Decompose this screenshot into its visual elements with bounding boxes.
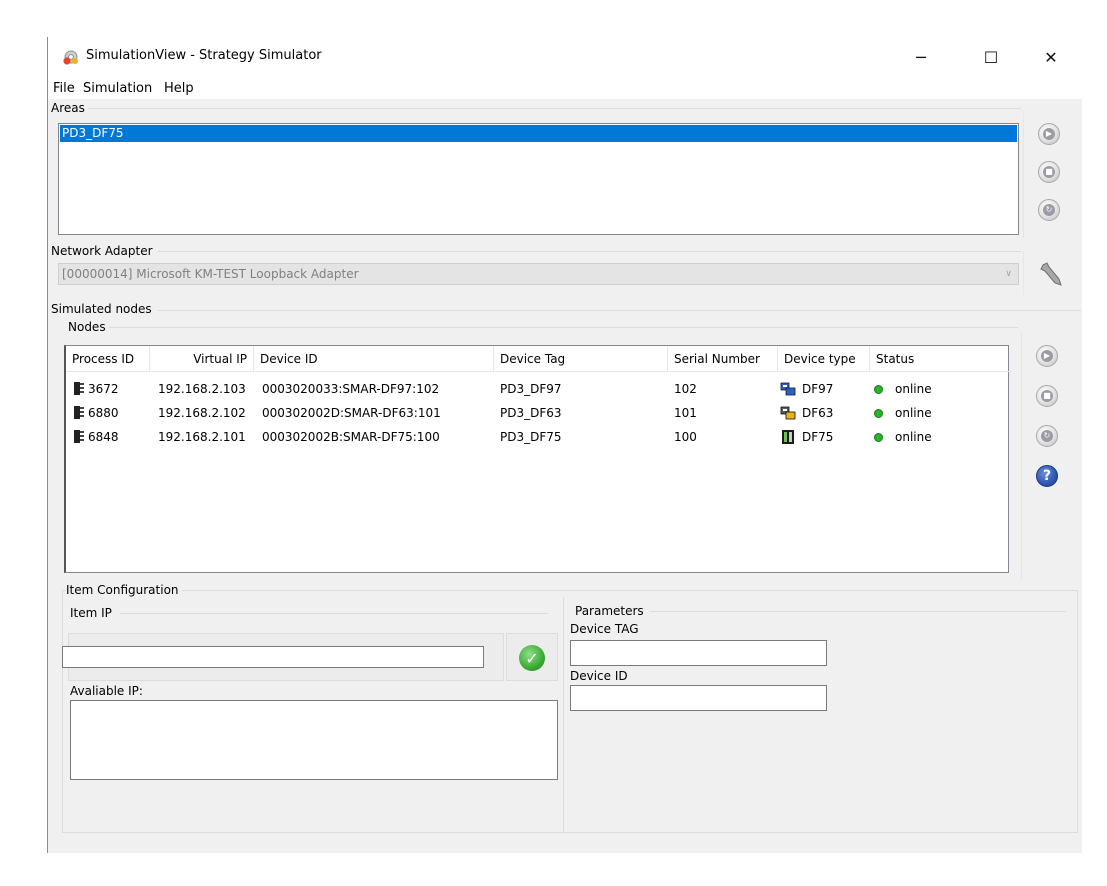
device-id-label: Device ID: [570, 669, 628, 683]
simulated-nodes-divider: [158, 310, 1081, 311]
table-row[interactable]: 6848 192.168.2.101 000302002B:SMAR-DF75:…: [66, 425, 1009, 449]
serial-number-cell: 102: [674, 382, 697, 396]
menu-bar: File Simulation Help: [48, 77, 1083, 99]
device-id-input[interactable]: [570, 685, 827, 711]
areas-divider: [88, 108, 1021, 109]
config-separator: [563, 597, 564, 833]
online-status-icon: [874, 433, 883, 442]
areas-restart-button[interactable]: ↻: [1038, 199, 1060, 221]
apply-ip-button[interactable]: ✓: [506, 633, 558, 681]
areas-toolbar: ▶ ■ ↻: [1023, 113, 1081, 238]
process-id-cell: 6880: [74, 401, 119, 425]
stop-icon: ■: [1043, 166, 1055, 178]
nodes-restart-button[interactable]: ↻: [1036, 425, 1058, 447]
network-adapter-label: Network Adapter: [51, 244, 156, 258]
item-ip-label: Item IP: [70, 606, 115, 620]
nodes-stop-button[interactable]: ■: [1036, 385, 1058, 407]
virtual-ip-cell: 192.168.2.101: [158, 430, 246, 444]
device-tag-cell: PD3_DF97: [500, 382, 562, 396]
col-device-tag[interactable]: Device Tag: [494, 346, 668, 372]
status-cell: online: [874, 401, 932, 425]
process-id-cell: 6848: [74, 425, 119, 449]
maximize-button[interactable]: ☐: [968, 37, 1014, 77]
item-ip-divider: [120, 613, 548, 614]
col-serial-number[interactable]: Serial Number: [668, 346, 778, 372]
play-icon: ▶: [1043, 128, 1055, 140]
online-status-icon: [874, 385, 883, 394]
title-bar: SimulationView - Strategy Simulator ─ ☐ …: [48, 37, 1083, 77]
nodes-divider: [98, 327, 1018, 328]
available-ip-label: Avaliable IP:: [70, 684, 143, 698]
menu-help[interactable]: Help: [164, 81, 194, 96]
df63-icon: [780, 406, 796, 420]
col-process-id[interactable]: Process ID: [66, 346, 150, 372]
item-configuration-label: Item Configuration: [66, 583, 182, 597]
device-tag-input[interactable]: [570, 640, 827, 666]
table-row[interactable]: 3672 192.168.2.103 0003020033:SMAR-DF97:…: [66, 377, 1009, 401]
network-adapter-value: [00000014] Microsoft KM-TEST Loopback Ad…: [62, 267, 359, 281]
device-id-cell: 000302002D:SMAR-DF63:101: [262, 406, 441, 420]
col-status[interactable]: Status: [870, 346, 1009, 372]
nodes-table-header: Process ID Virtual IP Device ID Device T…: [66, 346, 1009, 372]
item-ip-input[interactable]: [62, 646, 484, 668]
areas-list[interactable]: PD3_DF75: [58, 123, 1019, 235]
network-adapter-select[interactable]: [00000014] Microsoft KM-TEST Loopback Ad…: [58, 263, 1019, 285]
restart-icon: ↻: [1041, 430, 1053, 442]
col-device-id[interactable]: Device ID: [254, 346, 494, 372]
nodes-toolbar: ▶ ■ ↻ ?: [1021, 332, 1081, 580]
device-type-cell: DF63: [780, 401, 833, 425]
status-cell: online: [874, 425, 932, 449]
areas-play-button[interactable]: ▶: [1038, 123, 1060, 145]
process-rack-icon: [74, 406, 84, 419]
col-device-type[interactable]: Device type: [778, 346, 870, 372]
menu-file[interactable]: File: [53, 81, 75, 96]
device-id-cell: 0003020033:SMAR-DF97:102: [262, 382, 440, 396]
device-id-cell: 000302002B:SMAR-DF75:100: [262, 430, 440, 444]
areas-stop-button[interactable]: ■: [1038, 161, 1060, 183]
nodes-play-button[interactable]: ▶: [1036, 345, 1058, 367]
adapter-toolbar: [1023, 251, 1081, 295]
status-cell: online: [874, 377, 932, 401]
help-button[interactable]: ?: [1036, 465, 1058, 487]
col-virtual-ip[interactable]: Virtual IP: [150, 346, 254, 372]
parameters-divider: [650, 611, 1066, 612]
table-row[interactable]: 6880 192.168.2.102 000302002D:SMAR-DF63:…: [66, 401, 1009, 425]
window-title: SimulationView - Strategy Simulator: [86, 48, 322, 63]
help-icon: ?: [1042, 468, 1052, 484]
online-status-icon: [874, 409, 883, 418]
nodes-label: Nodes: [68, 320, 109, 334]
process-rack-icon: [74, 430, 84, 443]
checkmark-icon: ✓: [519, 645, 545, 671]
df75-icon: [782, 430, 794, 444]
serial-number-cell: 100: [674, 430, 697, 444]
device-tag-label: Device TAG: [570, 622, 639, 636]
close-button[interactable]: ✕: [1028, 37, 1074, 77]
adapter-divider: [158, 251, 1021, 252]
app-gear-icon: [63, 50, 78, 65]
chevron-down-icon: ∨: [1005, 269, 1012, 279]
device-type-cell: DF97: [780, 377, 833, 401]
areas-list-item[interactable]: PD3_DF75: [60, 125, 1017, 142]
available-ip-list[interactable]: [70, 700, 558, 780]
process-id-cell: 3672: [74, 377, 119, 401]
restart-icon: ↻: [1043, 204, 1055, 216]
menu-simulation[interactable]: Simulation: [83, 81, 152, 96]
minimize-button[interactable]: ─: [898, 37, 944, 77]
wrench-icon[interactable]: [1039, 261, 1065, 287]
stop-icon: ■: [1041, 390, 1053, 402]
df97-icon: [780, 382, 796, 396]
play-icon: ▶: [1041, 350, 1053, 362]
simulated-nodes-label: Simulated nodes: [51, 302, 155, 316]
virtual-ip-cell: 192.168.2.102: [158, 406, 246, 420]
serial-number-cell: 101: [674, 406, 697, 420]
device-tag-cell: PD3_DF75: [500, 430, 562, 444]
parameters-label: Parameters: [575, 604, 647, 618]
virtual-ip-cell: 192.168.2.103: [158, 382, 246, 396]
device-type-cell: DF75: [780, 425, 833, 449]
app-window: SimulationView - Strategy Simulator ─ ☐ …: [47, 37, 1083, 853]
areas-label: Areas: [51, 101, 88, 115]
nodes-table[interactable]: Process ID Virtual IP Device ID Device T…: [64, 345, 1009, 573]
process-rack-icon: [74, 382, 84, 395]
device-tag-cell: PD3_DF63: [500, 406, 562, 420]
